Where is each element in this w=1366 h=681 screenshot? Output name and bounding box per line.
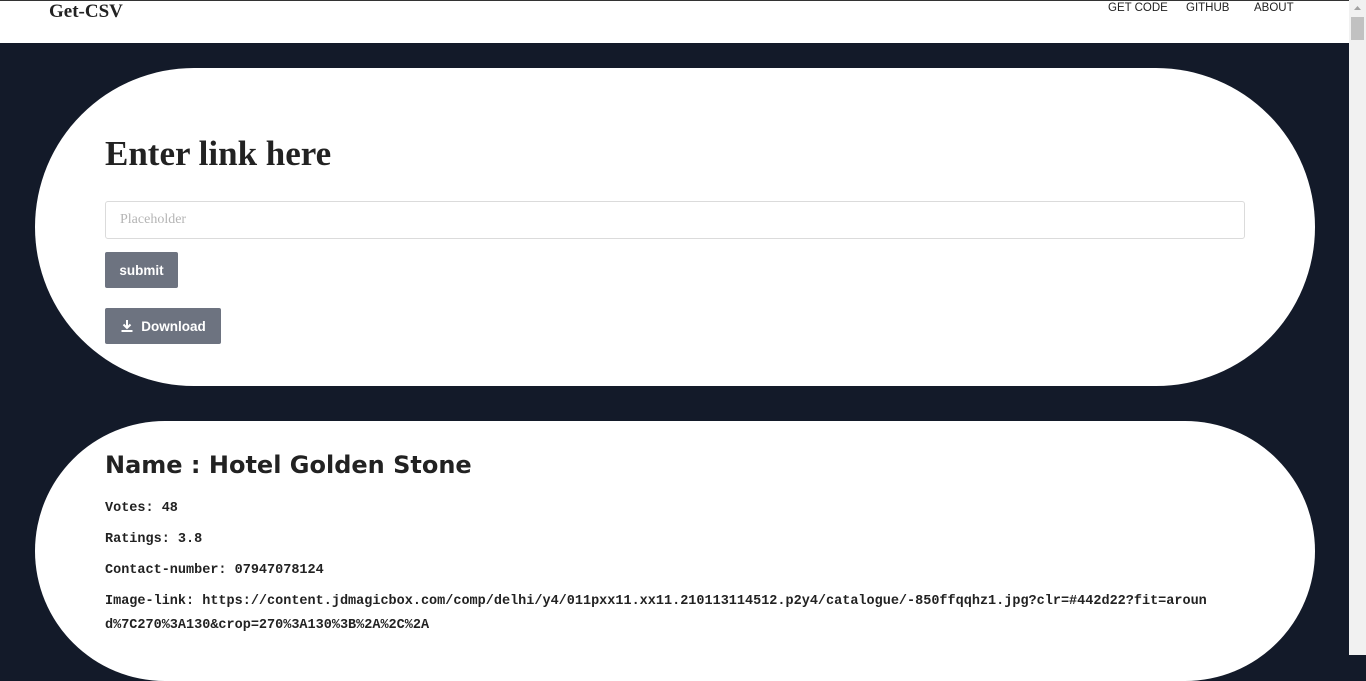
download-label: Download bbox=[141, 318, 206, 334]
result-image-link: Image-link: https://content.jdmagicbox.c… bbox=[105, 594, 1207, 633]
download-button[interactable]: Download bbox=[105, 308, 221, 344]
submit-button[interactable]: submit bbox=[105, 252, 178, 288]
download-icon bbox=[120, 319, 134, 333]
result-votes: Votes: 48 bbox=[105, 501, 178, 516]
nav-link-get-code[interactable]: GET CODE bbox=[1108, 1, 1168, 15]
top-navbar: Get-CSV GET CODE GITHUB ABOUT bbox=[0, 0, 1349, 43]
result-contact-number: Contact-number: 07947078124 bbox=[105, 563, 324, 578]
page-title: Enter link here bbox=[105, 134, 332, 173]
page-scrollbar[interactable] bbox=[1349, 0, 1366, 655]
nav-link-github[interactable]: GITHUB bbox=[1186, 1, 1229, 15]
scroll-thumb[interactable] bbox=[1351, 17, 1364, 40]
link-input-card: Enter link here submit Download bbox=[35, 68, 1315, 386]
scroll-up-arrow-icon[interactable] bbox=[1349, 0, 1366, 17]
nav-link-about[interactable]: ABOUT bbox=[1254, 1, 1294, 15]
result-ratings: Ratings: 3.8 bbox=[105, 532, 203, 547]
result-card: Name : Hotel Golden Stone Votes: 48 Rati… bbox=[35, 421, 1315, 681]
link-input[interactable] bbox=[105, 201, 1245, 239]
brand-logo-text[interactable]: Get-CSV bbox=[49, 1, 123, 23]
result-name: Name : Hotel Golden Stone bbox=[105, 451, 472, 479]
